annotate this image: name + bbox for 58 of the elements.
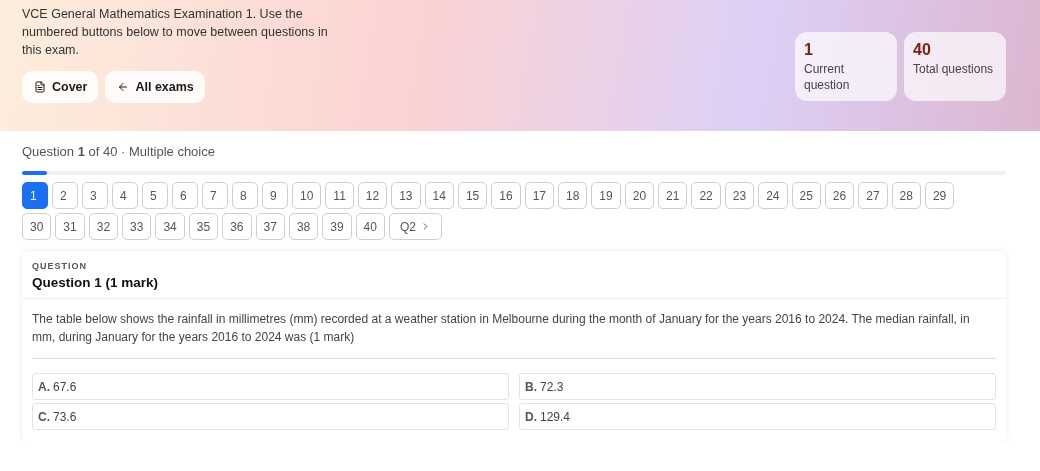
question-number-button[interactable]: 31 xyxy=(55,213,85,240)
question-text: The table below shows the rainfall in millimetres (mm) recorded at a weather station in Melbourne during the month of January for the years 2016 to 2024. The median rainfall, in mm, during January for the years 2016 to 2024 was (1 mark) xyxy=(32,299,996,359)
question-number-button[interactable]: 33 xyxy=(122,213,152,240)
answer-option[interactable]: D. 129.4 xyxy=(519,403,996,430)
question-number-button[interactable]: 13 xyxy=(391,182,421,209)
question-number-button[interactable]: 21 xyxy=(658,182,688,209)
question-number-button[interactable]: 30 xyxy=(22,213,52,240)
question-number-button[interactable]: 4 xyxy=(112,182,138,209)
question-number-button[interactable]: 6 xyxy=(172,182,198,209)
question-number-button[interactable]: 14 xyxy=(424,182,454,209)
question-number-button[interactable]: 38 xyxy=(288,213,319,240)
question-number-button[interactable]: 7 xyxy=(202,182,228,209)
cover-button[interactable]: Cover xyxy=(22,71,99,103)
answer-option[interactable]: C. 73.6 xyxy=(32,403,509,430)
stat-label: Current question xyxy=(804,61,851,93)
stat-value: 1 xyxy=(804,40,814,60)
question-number-button[interactable]: 28 xyxy=(891,182,921,209)
question-number-button[interactable]: 37 xyxy=(255,213,285,240)
question-number-button[interactable]: 18 xyxy=(558,182,588,209)
next-question-button[interactable]: Q2 xyxy=(388,213,442,240)
question-number-button[interactable]: 29 xyxy=(924,182,955,209)
question-title: Question 1 (1 mark) xyxy=(32,275,160,290)
question-number-button[interactable]: 2 xyxy=(52,182,78,209)
answer-option[interactable]: B. 72.3 xyxy=(519,373,996,400)
question-number-button[interactable]: 25 xyxy=(791,182,821,209)
section-label: QUESTION xyxy=(32,261,88,271)
answer-option[interactable]: A. 67.6 xyxy=(32,373,509,400)
question-number-button[interactable]: 34 xyxy=(155,213,185,240)
question-number-button[interactable]: 8 xyxy=(232,182,258,209)
question-number-button[interactable]: 22 xyxy=(691,182,721,209)
intro-text: VCE General Mathematics Examination 1. Use the numbered buttons below to move between questions in this exam. xyxy=(22,6,329,59)
question-number-button[interactable]: 5 xyxy=(142,182,168,209)
question-number-button[interactable]: 27 xyxy=(858,182,888,209)
question-number-button[interactable]: 23 xyxy=(724,182,755,209)
left-arrow-icon xyxy=(117,81,130,93)
question-number-button[interactable]: 9 xyxy=(262,182,288,209)
stat-label: Total questions xyxy=(913,61,995,77)
question-number-button[interactable]: 16 xyxy=(491,182,521,209)
question-number-button[interactable]: 1 xyxy=(22,182,48,209)
question-number-button[interactable]: 35 xyxy=(188,213,219,240)
document-icon xyxy=(34,81,46,93)
question-number-button[interactable]: 26 xyxy=(824,182,855,209)
question-number-button[interactable]: 15 xyxy=(457,182,488,209)
back-button[interactable]: All exams xyxy=(105,71,205,103)
question-number-button[interactable]: 10 xyxy=(292,182,322,209)
question-number-button[interactable]: 3 xyxy=(82,182,108,209)
question-number-button[interactable]: 39 xyxy=(322,213,352,240)
question-number-button[interactable]: 19 xyxy=(591,182,621,209)
question-number-button[interactable]: 20 xyxy=(624,182,655,209)
stat-value: 40 xyxy=(913,40,932,60)
question-number-button[interactable]: 32 xyxy=(88,213,119,240)
question-number-button[interactable]: 36 xyxy=(222,213,252,240)
question-number-button[interactable]: 40 xyxy=(355,213,385,240)
question-number-button[interactable]: 12 xyxy=(357,182,388,209)
question-caption: Question 1 of 40 · Multiple choice xyxy=(22,144,216,159)
question-number-button[interactable]: 17 xyxy=(524,182,554,209)
question-number-button[interactable]: 11 xyxy=(325,182,354,209)
question-number-button[interactable]: 24 xyxy=(758,182,788,209)
